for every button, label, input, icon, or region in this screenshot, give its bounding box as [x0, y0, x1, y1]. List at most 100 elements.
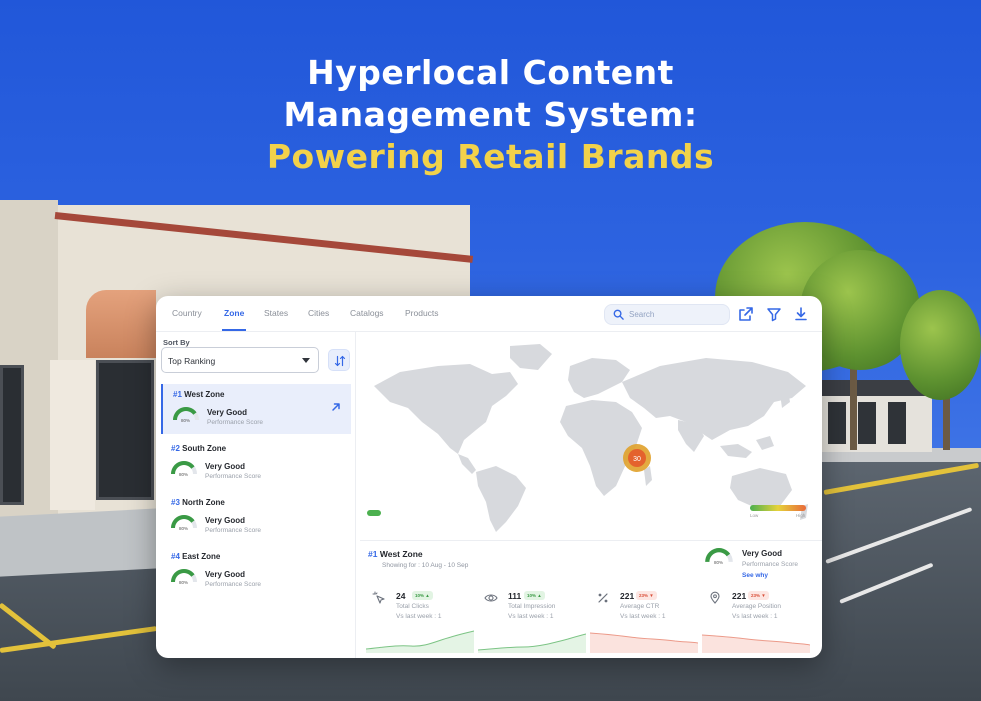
gauge-percent: 80% [179, 526, 189, 531]
metric-total-clicks: 24 10% ▲ Total Clicks Vs last week : 1 [366, 591, 474, 655]
metric-value: 221 [732, 591, 747, 601]
headline-line-2: Management System: [283, 95, 698, 134]
search-placeholder: Search [629, 310, 655, 319]
sort-by-label: Sort By [163, 338, 190, 347]
zone-item-west[interactable]: #1 West Zone 80% Very Good Performance S… [161, 384, 351, 434]
sort-order-button[interactable] [328, 349, 350, 371]
heat-legend-scale [750, 505, 806, 511]
map-toggle[interactable] [367, 510, 381, 516]
date-range: Showing for : 10 Aug - 10 Sep [382, 562, 469, 569]
zone-item-south[interactable]: #2 South Zone 80% Very Good Performance … [161, 438, 351, 488]
zone-title: #2 South Zone [171, 444, 226, 453]
metric-change-badge: 23% ▼ [636, 591, 657, 600]
detail-score-label: Performance Score [742, 561, 798, 568]
search-input[interactable]: Search [604, 304, 730, 325]
zone-score: Very Good [205, 516, 246, 525]
share-icon[interactable] [738, 306, 754, 322]
metric-change-badge: 23% ▼ [748, 591, 769, 600]
tab-catalogs[interactable]: Catalogs [350, 308, 384, 318]
zone-rank: #1 [173, 390, 182, 399]
metric-label: Average CTR [620, 603, 660, 610]
zone-name: West Zone [184, 390, 225, 399]
metric-change-badge: 10% ▲ [412, 591, 433, 600]
storefront-right [822, 380, 932, 452]
metric-label: Total Clicks [396, 603, 429, 610]
zone-rank: #3 [171, 498, 180, 507]
sparkline [478, 633, 586, 653]
gauge-percent: 80% [181, 418, 191, 423]
metric-label: Average Position [732, 603, 782, 610]
zone-title: #1 West Zone [173, 390, 224, 399]
sparkline [590, 632, 698, 653]
download-icon[interactable] [793, 306, 809, 322]
metric-label: Total Impression [508, 603, 556, 610]
shop-window [828, 402, 846, 444]
world-heat-map[interactable]: 30 [360, 336, 818, 534]
sort-select[interactable]: Top Ranking [161, 347, 319, 373]
shop-window [858, 402, 876, 444]
dashboard-card: Country Zone States Cities Catalogs Prod… [156, 296, 822, 658]
sort-select-value: Top Ranking [168, 356, 216, 366]
percent-icon [598, 593, 608, 603]
building-pillar [50, 360, 95, 510]
metric-average-position: 221 23% ▼ Average Position Vs last week … [702, 591, 810, 655]
metric-comparison: Vs last week : 1 [620, 613, 666, 620]
tab-products[interactable]: Products [405, 308, 439, 318]
gauge-percent: 80% [714, 560, 724, 565]
headline-line-1: Hyperlocal Content [307, 53, 674, 92]
metric-value: 111 [508, 591, 522, 601]
metric-comparison: Vs last week : 1 [508, 613, 554, 620]
cursor-click-icon [372, 591, 385, 604]
zone-rank: #2 [171, 444, 180, 453]
heat-legend-high: High [796, 513, 806, 518]
detail-title: #1 West Zone [368, 549, 423, 559]
zone-title: #3 North Zone [171, 498, 225, 507]
search-icon [613, 309, 624, 320]
gauge-percent: 80% [179, 472, 189, 477]
see-why-link[interactable]: See why [742, 572, 768, 579]
filter-icon[interactable] [766, 306, 782, 322]
zone-list-panel: Sort By Top Ranking #1 West Zone 80% Ver… [156, 332, 356, 658]
shop-window [888, 402, 906, 444]
detail-score: Very Good [742, 549, 783, 558]
tab-zone[interactable]: Zone [224, 308, 244, 318]
zone-rank: #4 [171, 552, 180, 561]
zone-score: Very Good [205, 570, 246, 579]
zone-item-north[interactable]: #3 North Zone 80% Very Good Performance … [161, 492, 351, 542]
sparkline [366, 630, 474, 653]
zone-score: Very Good [205, 462, 246, 471]
sort-icon [334, 355, 346, 367]
headline-line-3: Powering Retail Brands [266, 137, 715, 176]
hotspot-label: 30 [633, 456, 641, 463]
tab-cities[interactable]: Cities [308, 308, 329, 318]
arrow-up-right-icon[interactable] [331, 402, 341, 412]
zone-item-east[interactable]: #4 East Zone 80% Very Good Performance S… [161, 546, 351, 596]
shop-window [96, 360, 154, 500]
detail-rank: #1 [368, 549, 378, 559]
world-map-landmass [374, 344, 808, 532]
metric-comparison: Vs last week : 1 [396, 613, 442, 620]
zone-score-label: Performance Score [205, 581, 261, 588]
shop-window [0, 365, 24, 505]
detail-zone-name: West Zone [379, 549, 423, 559]
chevron-down-icon [302, 358, 310, 363]
tab-states[interactable]: States [264, 308, 288, 318]
zone-name: South Zone [182, 444, 227, 453]
shop-awning [86, 290, 156, 358]
gauge-percent: 80% [179, 580, 189, 585]
tab-country[interactable]: Country [172, 308, 202, 318]
headline: Hyperlocal Content Management System: Po… [0, 52, 981, 178]
tree [900, 290, 981, 400]
zone-score-label: Performance Score [205, 473, 261, 480]
zone-title: #4 East Zone [171, 552, 220, 561]
metric-value: 24 [396, 591, 406, 601]
sparkline [702, 634, 810, 653]
zone-score: Very Good [207, 408, 248, 417]
eye-icon [484, 594, 498, 602]
metric-value: 221 [620, 591, 635, 601]
metric-comparison: Vs last week : 1 [732, 613, 778, 620]
active-tab-indicator [222, 329, 246, 331]
metric-average-ctr: 221 23% ▼ Average CTR Vs last week : 1 [590, 591, 698, 655]
metric-change-badge: 10% ▲ [524, 591, 545, 600]
map-pin-icon [710, 591, 720, 604]
